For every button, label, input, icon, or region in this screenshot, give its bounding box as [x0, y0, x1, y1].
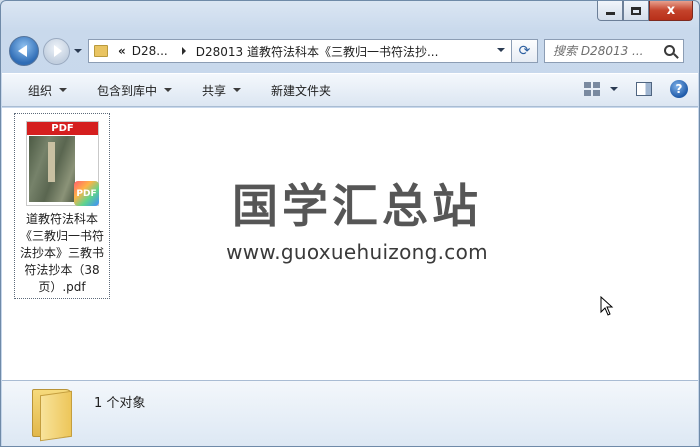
- search-icon[interactable]: [664, 45, 675, 56]
- search-input[interactable]: [553, 44, 657, 58]
- breadcrumb: D28... D28013 道教符法科本《三教归一书符法抄...: [126, 43, 439, 60]
- folder-icon: [30, 389, 74, 442]
- chevron-down-icon: [233, 88, 242, 92]
- file-item[interactable]: PDF PDF 道教符法科本《三教归一书符法抄本》三教书符法抄本（38页）.pd…: [14, 113, 110, 299]
- back-arrow-icon: [18, 45, 27, 57]
- address-dropdown-icon[interactable]: [497, 48, 505, 52]
- chevron-down-icon: [74, 49, 82, 53]
- recent-pages-dropdown[interactable]: [72, 49, 84, 53]
- file-list-area[interactable]: PDF PDF 道教符法科本《三教归一书符法抄本》三教书符法抄本（38页）.pd…: [2, 108, 698, 380]
- address-bar[interactable]: « D28... D28013 道教符法科本《三教归一书符法抄...: [88, 39, 512, 63]
- maximize-button[interactable]: [623, 1, 649, 21]
- watermark-title: 国学汇总站: [232, 179, 482, 233]
- refresh-icon: ⟳: [518, 43, 531, 59]
- organize-menu[interactable]: 组织: [28, 82, 68, 99]
- share-label: 共享: [202, 83, 227, 98]
- forward-arrow-icon: [54, 45, 62, 57]
- view-controls: ?: [584, 80, 688, 98]
- watermark-url: www.guoxuehuizong.com: [226, 240, 488, 264]
- close-button[interactable]: x: [649, 1, 693, 21]
- breadcrumb-overflow[interactable]: «: [118, 44, 126, 58]
- organize-label: 组织: [28, 83, 53, 98]
- breadcrumb-item[interactable]: D28...: [132, 44, 168, 58]
- item-count: 1 个对象: [94, 396, 146, 411]
- minimize-icon: [605, 12, 615, 15]
- chevron-down-icon: [59, 88, 68, 92]
- details-pane: 1 个对象: [2, 380, 698, 446]
- breadcrumb-separator-icon[interactable]: [181, 47, 186, 55]
- new-folder-button[interactable]: 新建文件夹: [271, 82, 331, 99]
- new-folder-label: 新建文件夹: [271, 83, 332, 98]
- explorer-window: x « D28... D28013 道教符法科本《三教归一书符法抄... ⟳ 组…: [0, 0, 700, 447]
- caption-buttons: x: [597, 1, 693, 21]
- help-icon[interactable]: ?: [670, 80, 688, 98]
- include-in-library-label: 包含到库中: [97, 83, 158, 98]
- refresh-button[interactable]: ⟳: [512, 39, 538, 63]
- folder-icon: [94, 45, 108, 57]
- document-thumbnail: [29, 136, 75, 202]
- preview-pane-icon[interactable]: [636, 82, 652, 96]
- pdf-file-icon: PDF PDF: [26, 121, 99, 206]
- navigation-bar: « D28... D28013 道教符法科本《三教归一书符法抄... ⟳: [9, 35, 691, 67]
- pdf-banner: PDF: [27, 122, 98, 135]
- chevron-down-icon: [164, 88, 173, 92]
- pdf-badge-icon: PDF: [74, 181, 99, 206]
- search-box[interactable]: [544, 39, 684, 63]
- include-in-library-menu[interactable]: 包含到库中: [97, 82, 173, 99]
- close-icon: x: [666, 3, 676, 18]
- file-name: 道教符法科本《三教归一书符法抄本》三教书符法抄本（38页）.pdf: [19, 212, 104, 294]
- view-options-dropdown-icon[interactable]: [610, 87, 618, 91]
- breadcrumb-item[interactable]: D28013 道教符法科本《三教归一书符法抄...: [196, 43, 439, 60]
- share-menu[interactable]: 共享: [202, 82, 242, 99]
- change-view-icon[interactable]: [584, 82, 600, 96]
- minimize-button[interactable]: [597, 1, 623, 21]
- back-button[interactable]: [9, 36, 39, 66]
- watermark: 国学汇总站 www.guoxuehuizong.com: [207, 178, 507, 264]
- maximize-icon: [631, 6, 641, 15]
- forward-button[interactable]: [43, 37, 70, 65]
- command-bar: 组织 包含到库中 共享 新建文件夹 ?: [2, 73, 698, 107]
